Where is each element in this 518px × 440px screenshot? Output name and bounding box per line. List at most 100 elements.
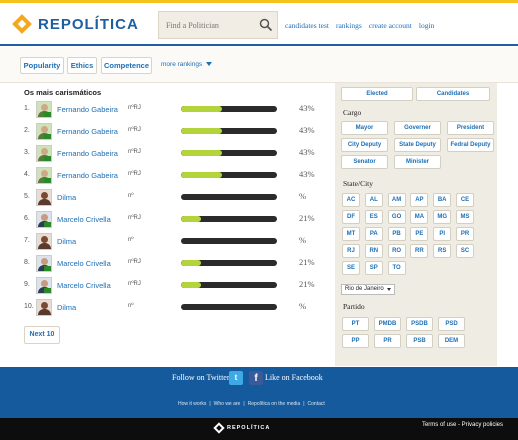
party-filter-psb[interactable]: PSB bbox=[406, 334, 433, 348]
nav-candidates-test[interactable]: candidates test bbox=[285, 21, 329, 30]
politician-name-link[interactable]: Fernando Gabeira bbox=[57, 171, 118, 180]
avatar[interactable] bbox=[36, 255, 52, 272]
tab-ethics[interactable]: Ethics bbox=[67, 57, 97, 74]
state-filter-rr[interactable]: RR bbox=[410, 244, 429, 258]
cargo-filter-city-deputy[interactable]: City Deputy bbox=[341, 138, 388, 152]
nav-create-account[interactable]: create account bbox=[369, 21, 412, 30]
partido-label: Partido bbox=[343, 302, 365, 311]
twitter-icon[interactable]: t bbox=[229, 371, 243, 385]
party-badge-icon bbox=[44, 288, 51, 293]
ranking-row: 9. Marcelo Crivella nºRJ 21% bbox=[0, 276, 330, 296]
party-filter-pmdb[interactable]: PMDB bbox=[374, 317, 401, 331]
city-select[interactable]: Rio de Janeiro bbox=[341, 284, 395, 295]
footer-link-who-we-are[interactable]: Who we are bbox=[214, 401, 241, 407]
politician-name-link[interactable]: Marcelo Crivella bbox=[57, 281, 111, 290]
approval-bar bbox=[181, 216, 277, 222]
state-filter-df[interactable]: DF bbox=[342, 210, 360, 224]
tab-competence[interactable]: Competence bbox=[101, 57, 152, 74]
politician-name-link[interactable]: Dilma bbox=[57, 237, 76, 246]
state-city-label: State/City bbox=[343, 179, 373, 188]
state-filter-pb[interactable]: PB bbox=[387, 227, 406, 241]
avatar[interactable] bbox=[36, 233, 52, 250]
facebook-icon[interactable]: f bbox=[249, 371, 263, 385]
state-filter-ba[interactable]: BA bbox=[433, 193, 452, 207]
politician-name-link[interactable]: Fernando Gabeira bbox=[57, 105, 118, 114]
approval-bar bbox=[181, 194, 277, 200]
state-filter-se[interactable]: SE bbox=[342, 261, 360, 275]
divider: | bbox=[303, 401, 305, 407]
state-filter-mt[interactable]: MT bbox=[342, 227, 360, 241]
footer-link-how-it-works[interactable]: How it works bbox=[178, 401, 206, 407]
party-filter-psd[interactable]: PSD bbox=[438, 317, 465, 331]
politician-name-link[interactable]: Dilma bbox=[57, 303, 76, 312]
party-filter-psdb[interactable]: PSDB bbox=[406, 317, 433, 331]
state-filter-rj[interactable]: RJ bbox=[342, 244, 360, 258]
state-filter-mg[interactable]: MG bbox=[433, 210, 452, 224]
avatar[interactable] bbox=[36, 167, 52, 184]
cargo-filter-governer[interactable]: Governer bbox=[394, 121, 441, 135]
state-filter-sp[interactable]: SP bbox=[364, 261, 383, 275]
cargo-filter-minister[interactable]: Minister bbox=[394, 155, 441, 169]
avatar[interactable] bbox=[36, 189, 52, 206]
party-filter-pt[interactable]: PT bbox=[342, 317, 369, 331]
avatar[interactable] bbox=[36, 211, 52, 228]
state-filter-ms[interactable]: MS bbox=[456, 210, 474, 224]
state-filter-ac[interactable]: AC bbox=[342, 193, 360, 207]
divider: | bbox=[209, 401, 211, 407]
search-icon[interactable] bbox=[259, 18, 273, 32]
avatar[interactable] bbox=[36, 101, 52, 118]
cargo-filter-senator[interactable]: Senator bbox=[341, 155, 388, 169]
politician-name-link[interactable]: Fernando Gabeira bbox=[57, 149, 118, 158]
state-filter-ro[interactable]: RO bbox=[387, 244, 406, 258]
cargo-filter-state-deputy[interactable]: State Deputy bbox=[394, 138, 441, 152]
avatar[interactable] bbox=[36, 123, 52, 140]
avatar[interactable] bbox=[36, 277, 52, 294]
party-filter-pp[interactable]: PP bbox=[342, 334, 369, 348]
cargo-label: Cargo bbox=[343, 108, 362, 117]
state-filter-rn[interactable]: RN bbox=[364, 244, 383, 258]
footer-logo: REPOLÍTICA bbox=[213, 422, 270, 434]
search-input[interactable] bbox=[159, 12, 259, 38]
state-filter-ce[interactable]: CE bbox=[456, 193, 474, 207]
logo[interactable]: REPOLÍTICA bbox=[12, 14, 139, 34]
more-rankings-dropdown[interactable]: more rankings bbox=[161, 61, 213, 68]
state-filter-ap[interactable]: AP bbox=[410, 193, 429, 207]
state-filter-pa[interactable]: PA bbox=[364, 227, 383, 241]
state-filter-es[interactable]: ES bbox=[364, 210, 383, 224]
cargo-filter-president[interactable]: President bbox=[447, 121, 494, 135]
politician-name-link[interactable]: Marcelo Crivella bbox=[57, 259, 111, 268]
politician-name-link[interactable]: Dilma bbox=[57, 193, 76, 202]
approval-bar bbox=[181, 304, 277, 310]
footer-link-contact[interactable]: Contact bbox=[308, 401, 325, 407]
avatar[interactable] bbox=[36, 299, 52, 316]
header: REPOLÍTICA candidates test rankings crea… bbox=[0, 3, 518, 46]
next-10-button[interactable]: Next 10 bbox=[24, 326, 60, 344]
state-filter-rs[interactable]: RS bbox=[433, 244, 452, 258]
state-filter-sc[interactable]: SC bbox=[456, 244, 474, 258]
state-filter-al[interactable]: AL bbox=[364, 193, 383, 207]
approval-bar bbox=[181, 106, 277, 112]
party-badge-icon bbox=[44, 156, 51, 161]
party-filter-pr[interactable]: PR bbox=[374, 334, 401, 348]
state-filter-pe[interactable]: PE bbox=[410, 227, 429, 241]
cargo-filter-fedral-deputy[interactable]: Fedral Deputy bbox=[447, 138, 494, 152]
state-filter-to[interactable]: TO bbox=[387, 261, 406, 275]
nav-login[interactable]: login bbox=[419, 21, 434, 30]
avatar[interactable] bbox=[36, 145, 52, 162]
party-filter-dem[interactable]: DEM bbox=[438, 334, 465, 348]
tab-popularity[interactable]: Popularity bbox=[20, 57, 64, 74]
state-filter-ma[interactable]: MA bbox=[410, 210, 429, 224]
footer-link-media[interactable]: Repolítica on the media bbox=[248, 401, 301, 407]
cargo-filter-mayor[interactable]: Mayor bbox=[341, 121, 388, 135]
nav-rankings[interactable]: rankings bbox=[336, 21, 362, 30]
politician-state: nº bbox=[128, 193, 134, 199]
state-filter-pi[interactable]: PI bbox=[433, 227, 452, 241]
politician-name-link[interactable]: Marcelo Crivella bbox=[57, 215, 111, 224]
toggle-candidates[interactable]: Candidates bbox=[416, 87, 490, 101]
terms-privacy-links[interactable]: Terms of use - Privacy policies bbox=[422, 422, 503, 428]
state-filter-pr[interactable]: PR bbox=[456, 227, 474, 241]
state-filter-am[interactable]: AM bbox=[387, 193, 406, 207]
toggle-elected[interactable]: Elected bbox=[341, 87, 413, 101]
politician-name-link[interactable]: Fernando Gabeira bbox=[57, 127, 118, 136]
state-filter-go[interactable]: GO bbox=[387, 210, 406, 224]
